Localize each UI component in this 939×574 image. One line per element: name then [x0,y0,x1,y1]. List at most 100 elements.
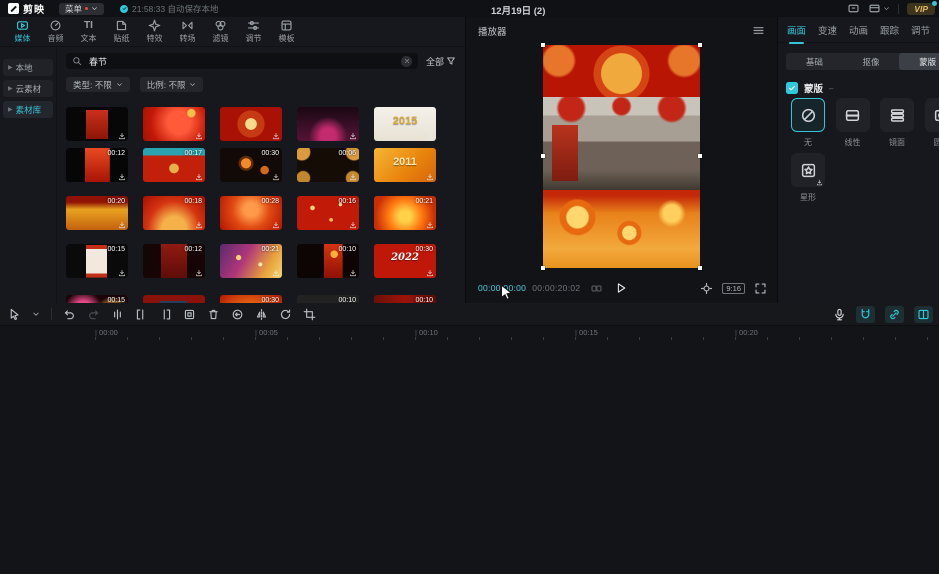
trim-left-tool[interactable] [135,308,148,321]
mask-option-box[interactable] [925,98,939,132]
material-thumbnail[interactable]: 00:30 [220,148,282,182]
material-thumbnail[interactable]: 00:18 [143,196,205,230]
mask-option-mask-circle[interactable]: 圆形 [920,98,939,148]
material-thumbnail[interactable]: 00:10 [297,244,359,278]
material-thumbnail[interactable]: 00:12 [143,244,205,278]
media-tab-filter[interactable]: 滤镜 [204,19,237,44]
download-icon[interactable] [272,173,280,181]
mirror-tool[interactable] [255,308,268,321]
selection-handle[interactable] [541,43,545,47]
mask-option-box[interactable] [836,98,870,132]
media-tab-effects[interactable]: 特效 [138,19,171,44]
download-icon[interactable] [272,132,280,140]
redo-tool[interactable] [87,308,100,321]
media-tab-sticker[interactable]: 贴纸 [105,19,138,44]
mask-option-mask-none[interactable]: 无 [786,98,830,148]
properties-tab-跟踪[interactable]: 跟踪 [880,23,899,37]
download-icon[interactable] [349,269,357,277]
material-thumbnail[interactable] [143,107,205,141]
search-box[interactable] [66,53,418,69]
sidebar-item[interactable]: ▶ 本地 [3,59,53,76]
properties-tab-画面[interactable]: 画面 [787,23,806,37]
download-icon[interactable] [118,173,126,181]
mask-option-mask-linear[interactable]: 线性 [831,98,875,148]
download-icon[interactable] [272,221,280,229]
player-menu-icon[interactable] [752,24,765,37]
download-icon[interactable] [195,173,203,181]
download-icon[interactable] [272,269,280,277]
mask-option-box[interactable] [880,98,914,132]
undo-tool[interactable] [63,308,76,321]
search-clear-button[interactable] [401,56,412,67]
chevron-down-tool[interactable] [32,310,40,318]
material-thumbnail[interactable]: 00:30 [220,295,282,303]
selection-handle[interactable] [698,43,702,47]
video-preview[interactable] [543,45,700,268]
reverse-tool[interactable] [231,308,244,321]
properties-tab-动画[interactable]: 动画 [849,23,868,37]
sidebar-item[interactable]: ▶ 素材库 [3,101,53,118]
selection-handle[interactable] [541,154,545,158]
search-input[interactable] [87,55,396,67]
material-thumbnail[interactable]: 00:16 [297,196,359,230]
properties-subtab[interactable]: 基础 [786,53,843,70]
media-tab-audio[interactable]: 音频 [39,19,72,44]
media-tab-text[interactable]: TI 文本 [72,19,105,44]
play-button[interactable] [615,282,627,294]
mask-option-box[interactable] [791,153,825,187]
media-tab-adjust[interactable]: 调节 [237,19,270,44]
material-thumbnail[interactable]: 00:17 [143,148,205,182]
vip-badge[interactable]: VIP [907,3,935,15]
sidebar-item[interactable]: ▶ 云素材 [3,80,53,97]
download-icon[interactable] [195,221,203,229]
crop-tool[interactable] [303,308,316,321]
window-mode-button[interactable] [868,2,890,15]
download-icon[interactable] [426,173,434,181]
material-thumbnail[interactable]: 00:10 [374,295,436,303]
snap-button[interactable] [856,306,875,323]
timeline-ruler[interactable]: 00:0000:0500:1000:1500:20 [88,326,939,340]
layout-icon[interactable] [847,2,860,15]
aspect-ratio-button[interactable]: 9:16 [722,283,745,294]
material-thumbnail[interactable] [297,107,359,141]
select-tool[interactable] [8,308,21,321]
material-thumbnail[interactable]: 00:20 [66,196,128,230]
download-icon[interactable] [118,221,126,229]
material-thumbnail[interactable]: 2015 [374,107,436,141]
material-thumbnail[interactable]: 00:15 [66,295,128,303]
selection-handle[interactable] [541,266,545,270]
all-filter-button[interactable]: 全部 [426,55,456,68]
material-thumbnail[interactable]: 2022 00:30 [374,244,436,278]
material-thumbnail[interactable]: 00:10 [297,295,359,303]
material-thumbnail[interactable]: 00:15 [66,244,128,278]
material-thumbnail[interactable] [220,107,282,141]
mask-checkbox[interactable] [786,82,798,94]
split-tool[interactable] [111,308,124,321]
material-thumbnail[interactable]: 00:12 [66,148,128,182]
selection-handle[interactable] [698,266,702,270]
material-thumbnail[interactable]: 00:28 [220,196,282,230]
mask-option-mask-mirror[interactable]: 镜面 [875,98,919,148]
properties-tab-变速[interactable]: 变速 [818,23,837,37]
menu-button[interactable]: 菜单 [59,3,104,15]
properties-subtab[interactable]: 蒙版 [899,53,939,70]
rotate-tool[interactable] [279,308,292,321]
media-tab-transition[interactable]: 转场 [171,19,204,44]
download-icon[interactable] [426,269,434,277]
material-thumbnail[interactable]: 00:06 [297,148,359,182]
mic-button[interactable] [833,308,846,321]
download-icon[interactable] [118,269,126,277]
focus-icon[interactable] [700,282,713,295]
download-icon[interactable] [349,221,357,229]
properties-subtab[interactable]: 抠像 [843,53,900,70]
download-icon[interactable] [426,221,434,229]
material-thumbnail[interactable]: 2011 [374,148,436,182]
trim-right-tool[interactable] [159,308,172,321]
download-icon[interactable] [349,132,357,140]
media-tab-media[interactable]: 媒体 [6,19,39,44]
download-icon[interactable] [426,132,434,140]
download-icon[interactable] [118,132,126,140]
preview-button[interactable] [914,306,933,323]
download-icon[interactable] [195,132,203,140]
download-icon[interactable] [195,269,203,277]
